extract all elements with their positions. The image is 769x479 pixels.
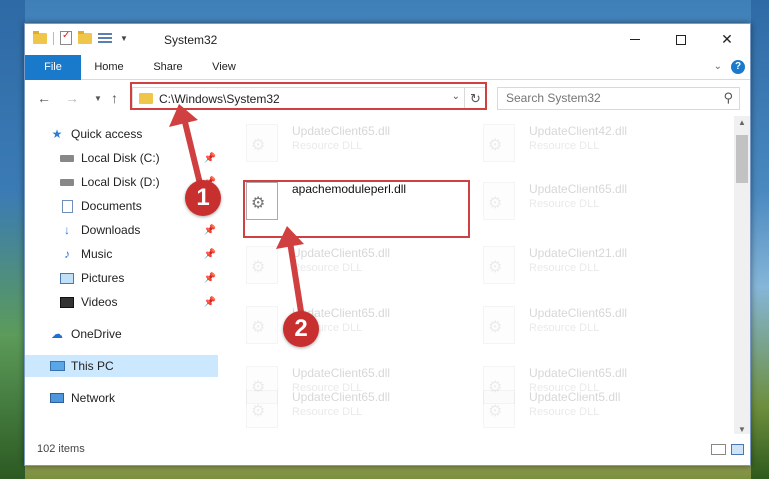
callout-2: 2 bbox=[283, 311, 319, 347]
arrow-2-head bbox=[276, 226, 304, 249]
arrow-2-shaft bbox=[287, 241, 305, 319]
annotation-arrows bbox=[169, 104, 305, 319]
callout-1: 1 bbox=[185, 180, 221, 216]
